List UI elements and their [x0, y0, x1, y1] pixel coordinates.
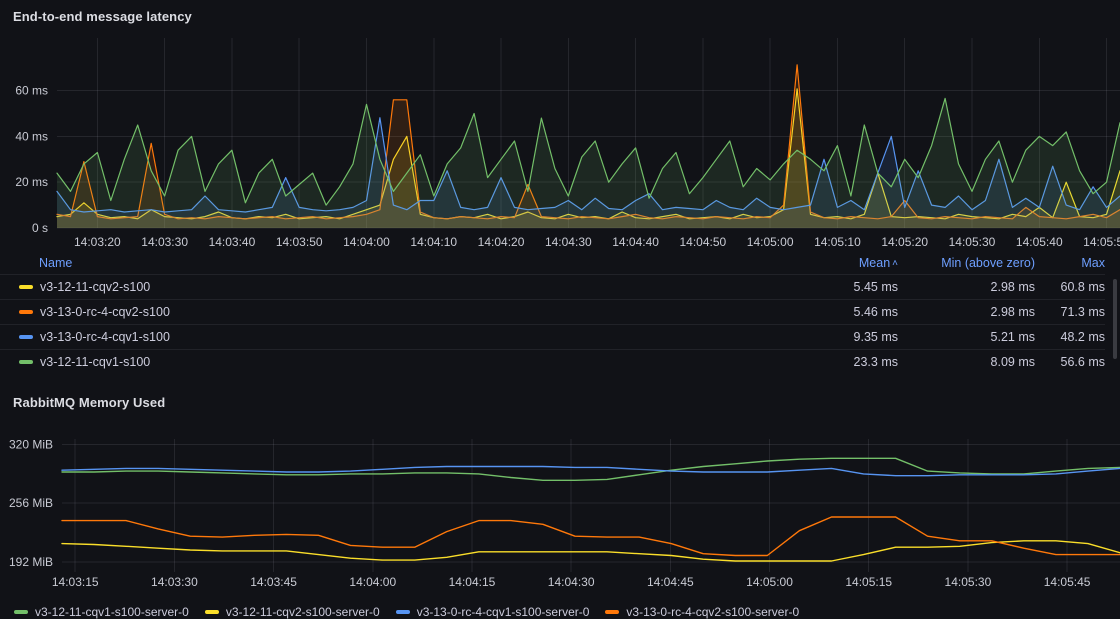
series-color-swatch: [205, 610, 219, 614]
legend-table-row[interactable]: v3-13-0-rc-4-cqv1-s100 9.35 ms5.21 ms48.2…: [0, 325, 1105, 350]
legend-table-row[interactable]: v3-12-11-cqv1-s100 23.3 ms8.09 ms56.6 ms: [0, 350, 1105, 375]
x-axis-tick-label: 14:03:30: [141, 235, 188, 249]
x-axis-tick-label: 14:03:40: [209, 235, 256, 249]
y-axis-tick-label: 20 ms: [15, 175, 48, 189]
x-axis-tick-label: 14:05:30: [949, 235, 996, 249]
legend-table: Name Mean˄ Min (above zero) Max v3-12-11…: [0, 254, 1120, 374]
x-axis-tick-label: 14:04:20: [478, 235, 525, 249]
series-line-v3-12-11-cqv2-s100-server-0: [62, 541, 1120, 561]
x-axis-tick-label: 14:03:50: [276, 235, 323, 249]
x-axis-tick-label: 14:05:20: [881, 235, 928, 249]
series-color-swatch[interactable]: [19, 335, 33, 339]
x-axis-tick-label: 14:04:45: [647, 575, 694, 589]
series-color-swatch: [396, 610, 410, 614]
x-axis-tick-label: 14:03:15: [52, 575, 99, 589]
x-axis-tick-label: 14:05:15: [845, 575, 892, 589]
panel-title: End-to-end message latency: [0, 0, 1120, 30]
latency-panel: End-to-end message latency 14:03:2014:03…: [0, 0, 1120, 374]
min-value: 2.98 ms: [898, 300, 1035, 325]
series-fill-v3-12-11-cqv1-s100: [57, 98, 1120, 228]
max-value: 71.3 ms: [1035, 300, 1105, 325]
series-name-label[interactable]: v3-13-0-rc-4-cqv2-s100: [40, 305, 170, 319]
y-axis-tick-label: 256 MiB: [9, 496, 53, 510]
series-name-label[interactable]: v3-12-11-cqv1-s100: [40, 355, 150, 369]
y-axis-tick-label: 0 s: [32, 221, 48, 235]
series-line-v3-13-0-rc-4-cqv1-s100-server-0: [62, 467, 1120, 476]
sort-asc-icon: ˄: [892, 258, 898, 269]
x-axis-tick-label: 14:05:10: [814, 235, 861, 249]
series-color-swatch: [605, 610, 619, 614]
series-color-swatch: [14, 610, 28, 614]
memory-legend: v3-12-11-cqv1-s100-server-0v3-12-11-cqv2…: [0, 596, 1120, 619]
y-axis-tick-label: 40 ms: [15, 129, 48, 143]
series-line-v3-12-11-cqv1-s100-server-0: [62, 458, 1120, 480]
mean-value: 9.35 ms: [778, 325, 898, 350]
column-header-min[interactable]: Min (above zero): [898, 254, 1035, 275]
series-color-swatch[interactable]: [19, 310, 33, 314]
y-axis-tick-label: 60 ms: [15, 84, 48, 98]
column-header-max[interactable]: Max: [1035, 254, 1105, 275]
legend-table-row[interactable]: v3-12-11-cqv2-s100 5.45 ms2.98 ms60.8 ms: [0, 275, 1105, 300]
series-name-label[interactable]: v3-13-0-rc-4-cqv1-s100: [40, 330, 170, 344]
x-axis-tick-label: 14:05:45: [1044, 575, 1091, 589]
x-axis-tick-label: 14:03:45: [250, 575, 297, 589]
x-axis-tick-label: 14:03:30: [151, 575, 198, 589]
x-axis-tick-label: 14:04:10: [410, 235, 457, 249]
mean-value: 23.3 ms: [778, 350, 898, 375]
legend-table-row[interactable]: v3-13-0-rc-4-cqv2-s100 5.46 ms2.98 ms71.3…: [0, 300, 1105, 325]
x-axis-tick-label: 14:05:50: [1083, 235, 1120, 249]
series-name-label[interactable]: v3-12-11-cqv2-s100: [40, 280, 150, 294]
legend-header-row: Name Mean˄ Min (above zero) Max: [0, 254, 1105, 275]
x-axis-tick-label: 14:05:00: [746, 575, 793, 589]
max-value: 48.2 ms: [1035, 325, 1105, 350]
x-axis-tick-label: 14:05:00: [747, 235, 794, 249]
min-value: 5.21 ms: [898, 325, 1035, 350]
y-axis-tick-label: 320 MiB: [9, 438, 53, 452]
series-color-swatch[interactable]: [19, 285, 33, 289]
column-header-name[interactable]: Name: [0, 254, 778, 275]
x-axis-tick-label: 14:04:40: [612, 235, 659, 249]
series-line-v3-13-0-rc-4-cqv2-s100-server-0: [62, 517, 1120, 556]
x-axis-tick-label: 14:04:00: [349, 575, 396, 589]
dashboard: End-to-end message latency 14:03:2014:03…: [0, 0, 1120, 619]
panel-title: RabbitMQ Memory Used: [0, 374, 1120, 416]
x-axis-tick-label: 14:03:20: [74, 235, 121, 249]
column-header-mean[interactable]: Mean˄: [778, 254, 898, 275]
latency-chart[interactable]: 14:03:20 14:03:30 14:03:40 14:03:50 14:04:00…: [0, 30, 1120, 254]
x-axis-tick-label: 14:04:00: [343, 235, 390, 249]
x-axis-tick-label: 14:04:30: [545, 235, 592, 249]
x-axis-tick-label: 14:04:30: [548, 575, 595, 589]
x-axis-tick-label: 14:04:15: [449, 575, 496, 589]
memory-chart[interactable]: 14:03:15 14:03:30 14:03:45 14:04:00 14:04:15…: [0, 416, 1120, 596]
mean-value: 5.45 ms: [778, 275, 898, 300]
scrollbar-thumb[interactable]: [1113, 279, 1117, 359]
series-color-swatch[interactable]: [19, 360, 33, 364]
y-axis-tick-label: 192 MiB: [9, 555, 53, 569]
memory-panel: RabbitMQ Memory Used 14:03:1514:03:3014:…: [0, 374, 1120, 619]
x-axis-tick-label: 14:04:50: [680, 235, 727, 249]
min-value: 8.09 ms: [898, 350, 1035, 375]
x-axis-tick-label: 14:05:40: [1016, 235, 1063, 249]
max-value: 56.6 ms: [1035, 350, 1105, 375]
mean-value: 5.46 ms: [778, 300, 898, 325]
column-header-mean-label: Mean: [859, 256, 890, 270]
min-value: 2.98 ms: [898, 275, 1035, 300]
max-value: 60.8 ms: [1035, 275, 1105, 300]
x-axis-tick-label: 14:05:30: [945, 575, 992, 589]
